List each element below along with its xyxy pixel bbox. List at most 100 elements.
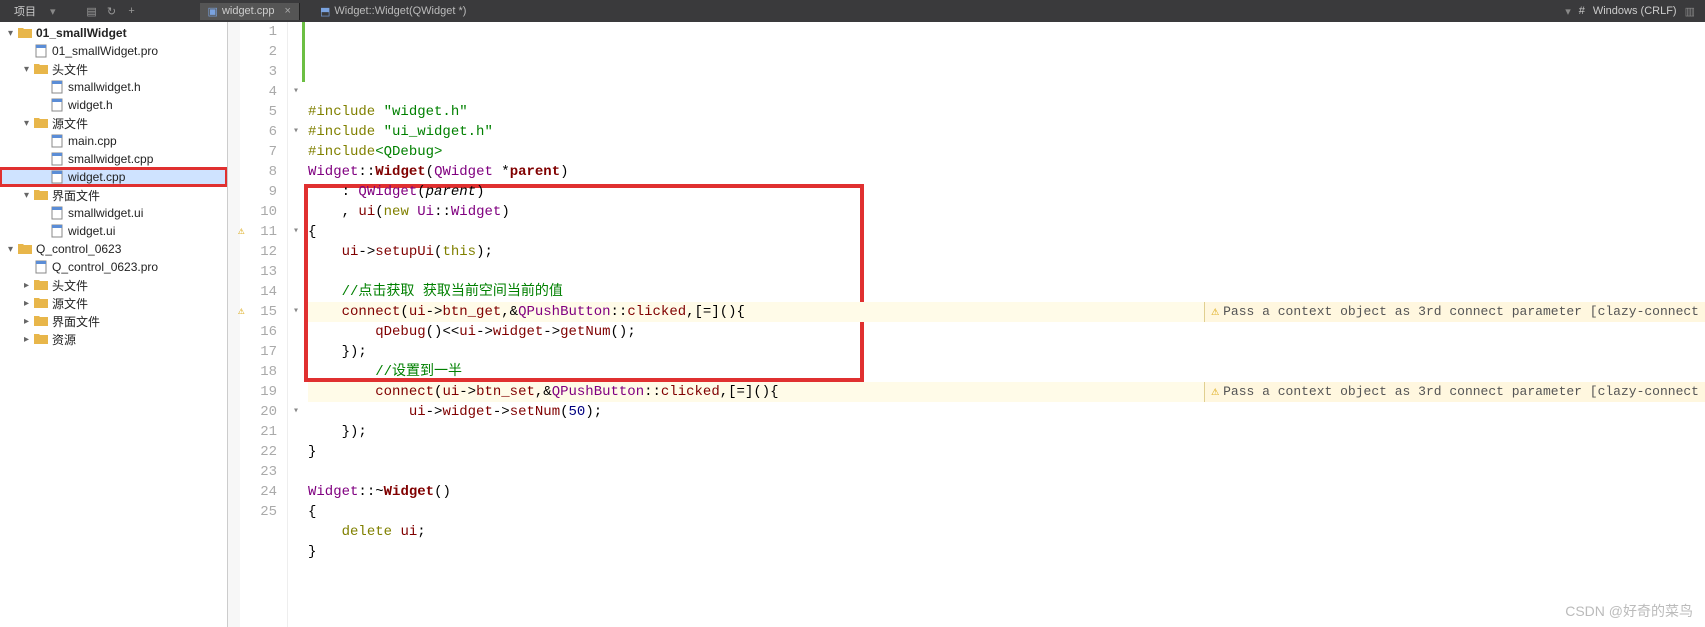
- line-number[interactable]: 25: [240, 502, 277, 522]
- code-line[interactable]: ui->widget->setNum(50);: [308, 402, 1705, 422]
- line-number[interactable]: 12: [240, 242, 277, 262]
- chevron-icon[interactable]: ▸: [24, 298, 34, 309]
- line-number[interactable]: 5: [240, 102, 277, 122]
- line-number[interactable]: 4: [240, 82, 277, 102]
- tree-file[interactable]: smallwidget.ui: [0, 204, 227, 222]
- code-line[interactable]: {: [308, 502, 1705, 522]
- expand-icon[interactable]: ▾: [1565, 5, 1571, 18]
- line-number[interactable]: 24: [240, 482, 277, 502]
- chevron-icon[interactable]: ▾: [8, 244, 18, 255]
- code-line[interactable]: [308, 462, 1705, 482]
- inline-warning[interactable]: ⚠Pass a context object as 3rd connect pa…: [1204, 302, 1705, 322]
- tree-folder[interactable]: ▾ 头文件: [0, 60, 227, 78]
- line-number[interactable]: 6: [240, 122, 277, 142]
- line-number[interactable]: 21: [240, 422, 277, 442]
- tree-label: 头文件: [52, 61, 88, 78]
- code-line[interactable]: Widget::~Widget(): [308, 482, 1705, 502]
- code-line[interactable]: //点击获取 获取当前空间当前的值: [308, 282, 1705, 302]
- code-line[interactable]: });: [308, 342, 1705, 362]
- tree-file[interactable]: widget.ui: [0, 222, 227, 240]
- code-editor[interactable]: 1234567891011121314151617181920212223242…: [228, 22, 1705, 627]
- line-number[interactable]: 9: [240, 182, 277, 202]
- line-number[interactable]: 14: [240, 282, 277, 302]
- encoding-label[interactable]: #: [1579, 5, 1585, 17]
- tree-file[interactable]: main.cpp: [0, 132, 227, 150]
- split-icon[interactable]: ▥: [1685, 5, 1695, 18]
- code-line[interactable]: [308, 262, 1705, 282]
- chevron-icon[interactable]: ▾: [8, 28, 18, 39]
- line-number[interactable]: 8: [240, 162, 277, 182]
- project-tree[interactable]: ▾01_smallWidget01_smallWidget.pro▾头文件sma…: [0, 22, 228, 627]
- dropdown-icon[interactable]: ▾: [50, 5, 56, 18]
- code-line[interactable]: : QWidget(parent): [308, 182, 1705, 202]
- chevron-icon[interactable]: ▾: [24, 190, 34, 201]
- line-number[interactable]: 23: [240, 462, 277, 482]
- tree-file[interactable]: smallwidget.h: [0, 78, 227, 96]
- code-line[interactable]: [308, 582, 1705, 602]
- code-line[interactable]: {: [308, 222, 1705, 242]
- tree-folder[interactable]: ▸界面文件: [0, 312, 227, 330]
- fold-toggle[interactable]: ▾: [288, 82, 304, 102]
- line-number[interactable]: 19: [240, 382, 277, 402]
- line-number[interactable]: 1: [240, 22, 277, 42]
- line-number[interactable]: 10: [240, 202, 277, 222]
- tree-folder[interactable]: ▸源文件: [0, 294, 227, 312]
- folder-icon: [34, 315, 48, 327]
- tree-label: widget.cpp: [68, 170, 125, 184]
- code-line[interactable]: });: [308, 422, 1705, 442]
- chevron-icon[interactable]: ▾: [24, 64, 34, 75]
- line-number[interactable]: 16: [240, 322, 277, 342]
- sync-icon[interactable]: ↻: [104, 3, 120, 19]
- code-line[interactable]: //设置到一半: [308, 362, 1705, 382]
- tree-file[interactable]: 01_smallWidget.pro: [0, 42, 227, 60]
- fold-toggle[interactable]: ▾: [288, 302, 304, 322]
- breadcrumb[interactable]: ⬒ Widget::Widget(QWidget *): [312, 3, 474, 20]
- code-line[interactable]: [308, 562, 1705, 582]
- code-line[interactable]: Widget::Widget(QWidget *parent): [308, 162, 1705, 182]
- line-number[interactable]: 11: [240, 222, 277, 242]
- code-line[interactable]: }: [308, 542, 1705, 562]
- fold-toggle[interactable]: ▾: [288, 222, 304, 242]
- code-line[interactable]: qDebug()<<ui->widget->getNum();: [308, 322, 1705, 342]
- inline-warning[interactable]: ⚠Pass a context object as 3rd connect pa…: [1204, 382, 1705, 402]
- tree-folder[interactable]: ▾界面文件: [0, 186, 227, 204]
- line-number[interactable]: 18: [240, 362, 277, 382]
- filter-icon[interactable]: ▤: [84, 3, 100, 19]
- line-number[interactable]: 20: [240, 402, 277, 422]
- line-number[interactable]: 22: [240, 442, 277, 462]
- tree-file[interactable]: widget.cpp: [0, 168, 227, 186]
- tree-file[interactable]: widget.h: [0, 96, 227, 114]
- chevron-icon[interactable]: ▸: [24, 334, 34, 345]
- chevron-icon[interactable]: ▾: [24, 118, 34, 129]
- line-number[interactable]: 2: [240, 42, 277, 62]
- tree-file[interactable]: Q_control_0623.pro: [0, 258, 227, 276]
- code-line[interactable]: #include "ui_widget.h": [308, 122, 1705, 142]
- line-number[interactable]: 7: [240, 142, 277, 162]
- line-number[interactable]: 17: [240, 342, 277, 362]
- code-line[interactable]: connect(ui->btn_set,&QPushButton::clicke…: [308, 382, 1705, 402]
- chevron-icon[interactable]: ▸: [24, 280, 34, 291]
- close-icon[interactable]: ×: [285, 5, 291, 17]
- code-line[interactable]: delete ui;: [308, 522, 1705, 542]
- code-line[interactable]: #include "widget.h": [308, 102, 1705, 122]
- tree-folder[interactable]: ▾源文件: [0, 114, 227, 132]
- tree-file[interactable]: smallwidget.cpp: [0, 150, 227, 168]
- tree-folder[interactable]: ▾01_smallWidget: [0, 24, 227, 42]
- code-line[interactable]: #include<QDebug>: [308, 142, 1705, 162]
- line-ending-label[interactable]: Windows (CRLF): [1593, 5, 1677, 17]
- tree-folder[interactable]: ▸资源: [0, 330, 227, 348]
- line-number[interactable]: 15: [240, 302, 277, 322]
- fold-toggle[interactable]: ▾: [288, 122, 304, 142]
- code-line[interactable]: ui->setupUi(this);: [308, 242, 1705, 262]
- line-number[interactable]: 3: [240, 62, 277, 82]
- code-line[interactable]: connect(ui->btn_get,&QPushButton::clicke…: [308, 302, 1705, 322]
- chevron-icon[interactable]: ▸: [24, 316, 34, 327]
- file-tab-widget-cpp[interactable]: ▣ widget.cpp ×: [200, 3, 300, 20]
- fold-toggle[interactable]: ▾: [288, 402, 304, 422]
- tree-folder[interactable]: ▸头文件: [0, 276, 227, 294]
- code-line[interactable]: , ui(new Ui::Widget): [308, 202, 1705, 222]
- add-icon[interactable]: +: [124, 3, 140, 19]
- tree-folder[interactable]: ▾Q_control_0623: [0, 240, 227, 258]
- line-number[interactable]: 13: [240, 262, 277, 282]
- code-line[interactable]: }: [308, 442, 1705, 462]
